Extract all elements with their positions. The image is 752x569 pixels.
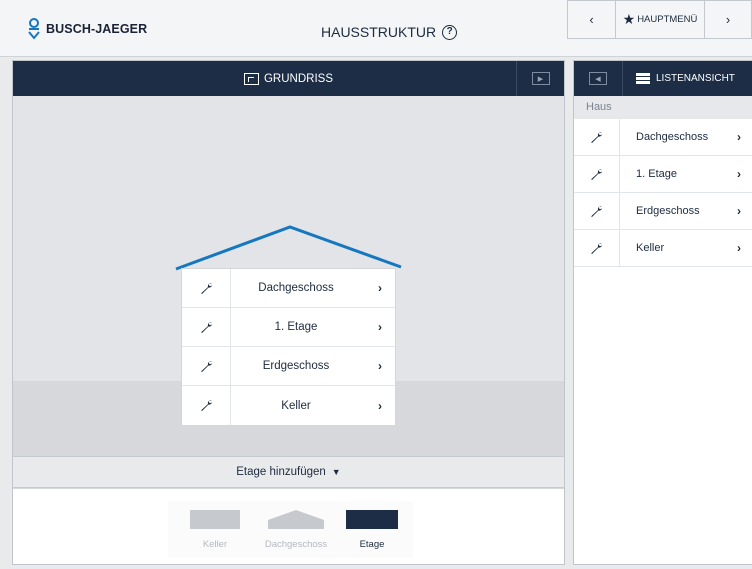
roof-shape-icon: [268, 510, 324, 529]
busch-jaeger-logo-icon: [28, 18, 40, 40]
nav-forward-button[interactable]: ›: [704, 0, 752, 39]
list-view-title-group: LISTENANSICHT: [623, 73, 735, 84]
etage-shape-icon: [346, 510, 398, 529]
app-header: BUSCH-JAEGER HAUSSTRUKTUR ? ‹ ★ HAUPTMEN…: [0, 0, 752, 57]
nav-back-button[interactable]: ‹: [567, 0, 616, 39]
floor-type-label: Dachgeschoss: [264, 539, 328, 550]
list-item[interactable]: Keller ›: [574, 230, 752, 267]
chevron-right-icon: ›: [737, 241, 741, 255]
list-item-label: Keller: [636, 242, 665, 254]
help-icon[interactable]: ?: [442, 24, 458, 40]
floor-row-dachgeschoss[interactable]: Dachgeschoss ›: [182, 269, 395, 308]
list-view-title: LISTENANSICHT: [656, 73, 735, 84]
expand-panel-button[interactable]: ▶: [516, 61, 564, 96]
floor-type-dachgeschoss[interactable]: Dachgeschoss: [256, 510, 336, 550]
list-view-panel: ◀ LISTENANSICHT Haus Dachgeschoss › 1. E…: [573, 60, 752, 565]
chevron-right-icon: ›: [737, 130, 741, 144]
list-item-label: 1. Etage: [636, 168, 677, 180]
main-menu-label: HAUPTMENÜ: [637, 14, 698, 25]
wrench-icon[interactable]: [574, 230, 620, 266]
chevron-right-icon: ›: [737, 204, 741, 218]
list-item[interactable]: Dachgeschoss ›: [574, 119, 752, 156]
floorplan-panel: GRUNDRISS ▶ Dachgeschoss › 1. Etage › Er…: [12, 60, 565, 565]
floor-type-keller[interactable]: Keller: [190, 510, 240, 550]
page-title: HAUSSTRUKTUR: [321, 24, 437, 40]
wrench-icon[interactable]: [574, 119, 620, 155]
list-item-label: Dachgeschoss: [636, 131, 709, 143]
floor-label: Erdgeschoss: [262, 360, 330, 372]
brand-logo: BUSCH-JAEGER: [27, 18, 147, 40]
floor-row-1-etage[interactable]: 1. Etage ›: [182, 308, 395, 347]
wrench-icon[interactable]: [574, 193, 620, 229]
floor-type-etage[interactable]: Etage: [346, 510, 398, 550]
floor-type-tray: Keller Dachgeschoss Etage: [13, 489, 564, 564]
list-item-label: Erdgeschoss: [636, 205, 700, 217]
floorplan-icon: [243, 72, 259, 85]
chevron-down-icon: ▼: [331, 467, 341, 477]
brand-name: BUSCH-JAEGER: [46, 22, 148, 36]
list-icon: [636, 73, 650, 84]
roof-icon: [175, 225, 402, 271]
house-floor-list: Dachgeschoss › 1. Etage › Erdgeschoss ›: [181, 268, 396, 426]
floor-row-erdgeschoss[interactable]: Erdgeschoss ›: [182, 347, 395, 386]
main-menu-button[interactable]: ★ HAUPTMENÜ: [615, 0, 705, 39]
floorplan-header: GRUNDRISS ▶: [13, 61, 564, 96]
collapse-arrow-icon: ◀: [589, 72, 607, 85]
star-icon: ★: [622, 11, 636, 27]
chevron-right-icon: ›: [378, 320, 382, 334]
expand-arrow-icon: ▶: [531, 72, 550, 85]
floor-label: 1. Etage: [274, 321, 318, 333]
floor-label: Keller: [281, 399, 311, 412]
breadcrumb[interactable]: Haus: [574, 96, 752, 119]
collapse-panel-button[interactable]: ◀: [574, 61, 623, 96]
chevron-right-icon: ›: [378, 398, 382, 413]
chevron-right-icon: ›: [378, 359, 382, 373]
list-item[interactable]: Erdgeschoss ›: [574, 193, 752, 230]
add-floor-button[interactable]: Etage hinzufügen ▼: [13, 456, 564, 488]
wrench-icon[interactable]: [574, 156, 620, 192]
wrench-icon[interactable]: [182, 347, 231, 385]
keller-shape-icon: [190, 510, 240, 529]
wrench-icon[interactable]: [182, 269, 231, 307]
floor-type-label: Keller: [202, 539, 228, 550]
list-item[interactable]: 1. Etage ›: [574, 156, 752, 193]
floor-type-label: Etage: [359, 539, 385, 550]
floor-row-keller[interactable]: Keller ›: [182, 386, 395, 425]
add-floor-label: Etage hinzufügen: [236, 466, 326, 478]
chevron-right-icon: ›: [378, 281, 382, 295]
floorplan-title: GRUNDRISS: [263, 72, 333, 85]
floor-label: Dachgeschoss: [258, 282, 334, 294]
wrench-icon[interactable]: [182, 386, 231, 425]
wrench-icon[interactable]: [182, 308, 231, 346]
chevron-right-icon: ›: [737, 167, 741, 181]
floor-stage: Dachgeschoss › 1. Etage › Erdgeschoss ›: [13, 96, 564, 456]
list-view-header: ◀ LISTENANSICHT: [574, 61, 752, 96]
page-title-group: HAUSSTRUKTUR ?: [321, 24, 458, 40]
floor-list: Dachgeschoss › 1. Etage › Erdgeschoss › …: [574, 119, 752, 267]
floor-type-options: Keller Dachgeschoss Etage: [168, 501, 413, 558]
